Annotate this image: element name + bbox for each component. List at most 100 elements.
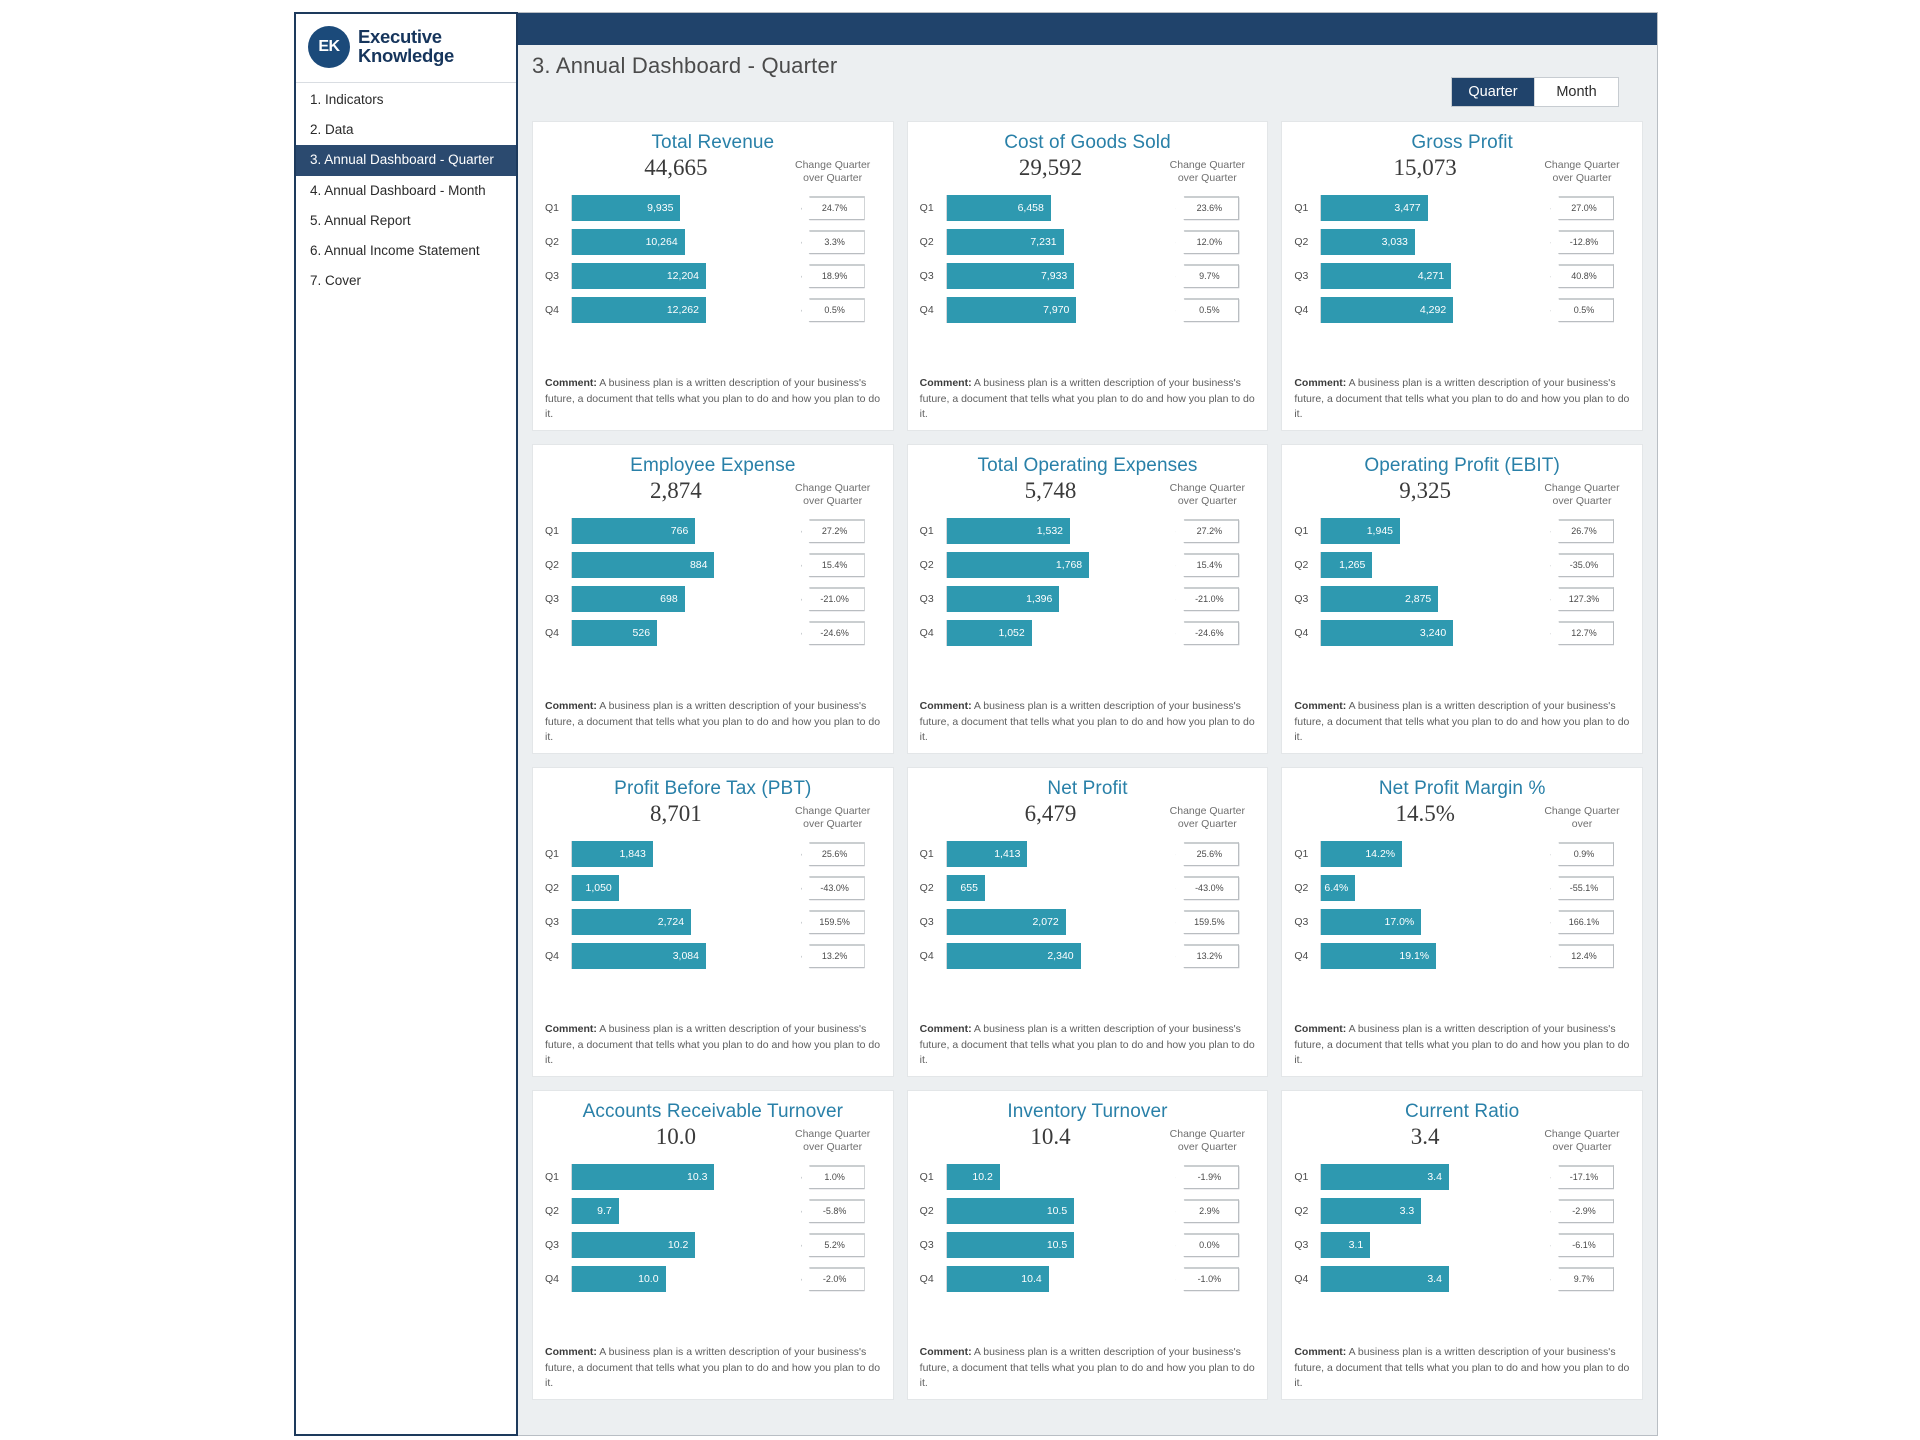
card-title: Cost of Goods Sold bbox=[1004, 132, 1171, 153]
change-arrow-badge: 12.7% bbox=[1549, 621, 1614, 646]
toggle-button-month[interactable]: Month bbox=[1535, 78, 1618, 106]
change-arrow-badge: 166.1% bbox=[1549, 910, 1614, 935]
bar-fill: 10.5 bbox=[946, 1232, 1075, 1259]
sidebar-item-2[interactable]: 2. Data bbox=[296, 115, 516, 145]
change-arrow-badge: -24.6% bbox=[1175, 621, 1240, 646]
bar-category-label: Q2 bbox=[919, 236, 934, 249]
bar-fill: 1,265 bbox=[1321, 552, 1373, 579]
change-cell: 166.1% bbox=[1534, 910, 1630, 935]
bar-value-label: 1,052 bbox=[998, 627, 1025, 640]
bar-track: 2,072 bbox=[945, 909, 1160, 936]
bar-row: Q3 10.2 5.2% bbox=[545, 1230, 881, 1260]
card-comment: Comment: A business plan is a written de… bbox=[545, 1010, 881, 1068]
bar-value-label: 3,477 bbox=[1394, 202, 1421, 215]
card-total-value: 2,874 bbox=[649, 478, 702, 503]
bar-value-label: 12,204 bbox=[666, 270, 699, 283]
bar-track: 10.5 bbox=[945, 1198, 1160, 1225]
change-value-label: 25.6% bbox=[821, 849, 848, 860]
change-arrow-badge: 26.7% bbox=[1549, 519, 1614, 544]
comment-prefix: Comment: bbox=[919, 1023, 972, 1036]
bar-track: 10.4 bbox=[945, 1266, 1160, 1293]
change-cell: 15.4% bbox=[1159, 553, 1255, 578]
card-summary-row: 3.4 Change Quarter over Quarter bbox=[1294, 1124, 1630, 1154]
bar-track: 766 bbox=[571, 518, 785, 545]
change-cell: -12.8% bbox=[1534, 230, 1630, 255]
change-value-label: 15.4% bbox=[1196, 560, 1223, 571]
kpi-card: Accounts Receivable Turnover 10.0 Change Q… bbox=[532, 1090, 894, 1400]
change-column-header: Change Quarter over bbox=[1544, 805, 1620, 831]
change-value-label: 27.2% bbox=[821, 526, 848, 537]
bar-fill: 9,935 bbox=[572, 195, 681, 222]
change-arrow-badge: -21.0% bbox=[800, 587, 865, 612]
bar-fill: 3.1 bbox=[1321, 1232, 1371, 1259]
change-arrow-badge: 18.9% bbox=[800, 264, 865, 289]
bar-fill: 1,413 bbox=[946, 841, 1028, 868]
bar-category-label: Q1 bbox=[545, 202, 560, 215]
change-arrow-badge: 25.6% bbox=[1175, 842, 1240, 867]
change-arrow-badge: 15.4% bbox=[800, 553, 865, 578]
bar-track: 2,875 bbox=[1320, 586, 1534, 613]
change-value-label: 2.9% bbox=[1199, 1206, 1220, 1217]
bar-track: 1,265 bbox=[1320, 552, 1534, 579]
change-value-label: 27.2% bbox=[1196, 526, 1223, 537]
bar-fill: 10.2 bbox=[572, 1232, 696, 1259]
sidebar-item-7[interactable]: 7. Cover bbox=[296, 266, 516, 296]
bar-track: 1,413 bbox=[945, 841, 1160, 868]
sidebar-item-3[interactable]: 3. Annual Dashboard - Quarter bbox=[296, 145, 516, 176]
bar-fill: 2,875 bbox=[1321, 586, 1439, 613]
change-cell: 23.6% bbox=[1159, 196, 1255, 221]
bar-row: Q1 1,413 25.6% bbox=[920, 839, 1256, 869]
change-arrow-badge: -12.8% bbox=[1549, 230, 1614, 255]
change-arrow-badge: -17.1% bbox=[1549, 1165, 1614, 1190]
bar-value-label: 1,532 bbox=[1036, 525, 1063, 538]
sidebar-item-5[interactable]: 5. Annual Report bbox=[296, 206, 516, 236]
bar-row: Q4 3,240 12.7% bbox=[1294, 618, 1630, 648]
change-arrow-badge: -43.0% bbox=[1175, 876, 1240, 901]
bar-fill: 12,262 bbox=[572, 297, 706, 324]
change-value-label: 25.6% bbox=[1196, 849, 1223, 860]
bar-track: 3,477 bbox=[1320, 195, 1534, 222]
change-cell: -17.1% bbox=[1534, 1165, 1630, 1190]
sidebar-item-6[interactable]: 6. Annual Income Statement bbox=[296, 236, 516, 266]
kpi-card: Total Operating Expenses 5,748 Change Quar… bbox=[906, 444, 1269, 754]
card-comment: Comment: A business plan is a written de… bbox=[1294, 1010, 1630, 1068]
bar-track: 526 bbox=[571, 620, 785, 647]
bar-row: Q3 698 -21.0% bbox=[545, 584, 881, 614]
period-toggle-group[interactable]: Quarter Month bbox=[1451, 77, 1619, 107]
bar-fill: 698 bbox=[572, 586, 685, 613]
bar-track: 6,458 bbox=[945, 195, 1160, 222]
card-summary-row: 8,701 Change Quarter over Quarter bbox=[545, 801, 881, 831]
bar-value-label: 12,262 bbox=[666, 304, 699, 317]
sidebar-item-1[interactable]: 1. Indicators bbox=[296, 85, 516, 115]
toggle-button-quarter[interactable]: Quarter bbox=[1452, 78, 1535, 106]
bar-track: 3,084 bbox=[571, 943, 785, 970]
change-cell: 27.2% bbox=[1159, 519, 1255, 544]
comment-prefix: Comment: bbox=[545, 1346, 597, 1359]
bar-row: Q4 4,292 0.5% bbox=[1294, 295, 1630, 325]
kpi-card-grid: Total Revenue 44,665 Change Quarter over Q… bbox=[518, 113, 1657, 1400]
bar-track: 3.4 bbox=[1320, 1164, 1534, 1191]
bar-row: Q4 10.0 -2.0% bbox=[545, 1264, 881, 1294]
bar-row: Q4 1,052 -24.6% bbox=[920, 618, 1256, 648]
comment-prefix: Comment: bbox=[1294, 377, 1347, 390]
bar-track: 7,970 bbox=[945, 297, 1160, 324]
bar-fill: 1,396 bbox=[946, 586, 1060, 613]
kpi-card: Profit Before Tax (PBT) 8,701 Change Quart… bbox=[532, 767, 894, 1077]
kpi-card: Total Revenue 44,665 Change Quarter over Q… bbox=[532, 121, 894, 431]
sidebar: EK Executive Knowledge 1. Indicators 2. D… bbox=[294, 12, 518, 1436]
change-cell: 13.2% bbox=[785, 944, 881, 969]
bar-category-label: Q3 bbox=[919, 1239, 934, 1252]
change-value-label: 13.2% bbox=[821, 951, 848, 962]
card-comment: Comment: A business plan is a written de… bbox=[545, 1333, 881, 1391]
bar-category-label: Q4 bbox=[545, 950, 560, 963]
sidebar-item-4[interactable]: 4. Annual Dashboard - Month bbox=[296, 176, 516, 206]
title-bar-strip bbox=[518, 13, 1657, 45]
bar-row: Q4 526 -24.6% bbox=[545, 618, 881, 648]
bar-row: Q4 3.4 9.7% bbox=[1294, 1264, 1630, 1294]
card-title: Net Profit bbox=[1047, 778, 1128, 799]
bar-track: 1,843 bbox=[571, 841, 785, 868]
change-value-label: 159.5% bbox=[1194, 917, 1225, 928]
bar-chart: Q1 9,935 24.7% Q2 10,264 3.3% Q3 12,204 18.9% Q4 1… bbox=[545, 187, 881, 329]
bar-fill: 10.4 bbox=[946, 1266, 1049, 1293]
bar-value-label: 19.1% bbox=[1399, 950, 1430, 963]
